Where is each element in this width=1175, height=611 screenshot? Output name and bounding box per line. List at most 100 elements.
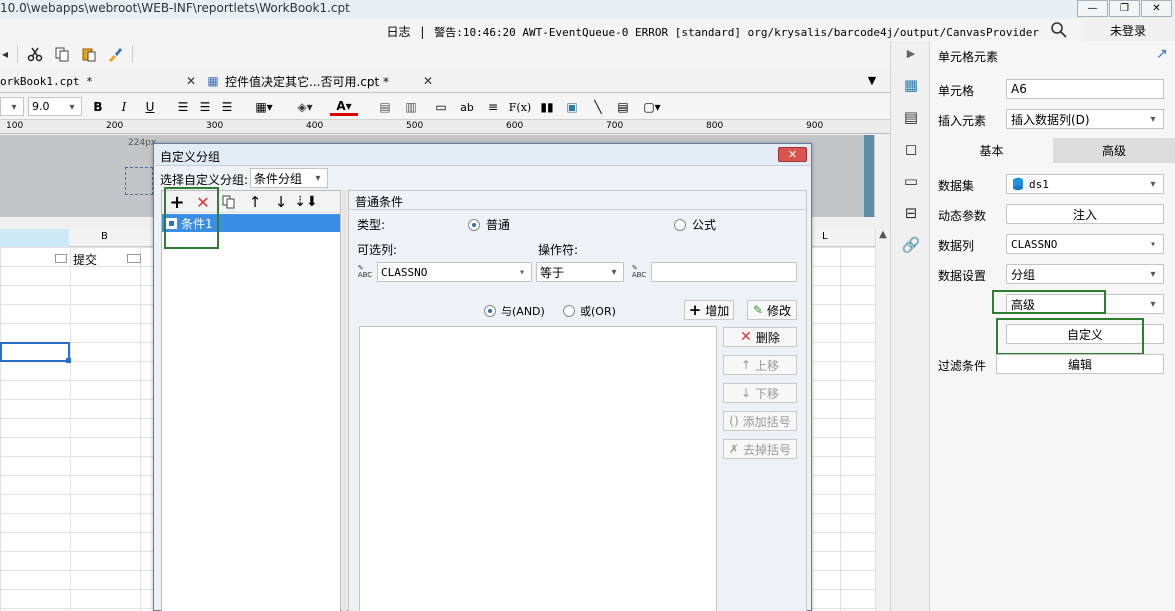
widget-placeholder[interactable] [125, 167, 153, 195]
expand-arrow-icon[interactable]: ↗ [1156, 46, 1168, 62]
formula-icon[interactable]: F(x) [509, 98, 531, 116]
cell-field[interactable]: A6 [1006, 79, 1164, 99]
textbox-icon[interactable]: ▭ [432, 98, 450, 116]
collapse-arrow-icon[interactable]: ▶ [901, 43, 921, 63]
login-link[interactable]: 未登录 [1110, 22, 1146, 39]
cell-element-icon[interactable]: ▦ [901, 75, 921, 95]
fill-handle[interactable] [66, 358, 71, 363]
value-type-icon[interactable]: ✎ ABC [629, 263, 649, 281]
condition-editor-pane: 普通条件 类型: 普通 公式 可选列: 操作符: ✎ ABC CLASSNO ▾ 等… [348, 190, 807, 611]
slash-icon[interactable]: ╲ [589, 98, 607, 116]
tab-advanced[interactable]: 高级 [1053, 138, 1175, 163]
edit-filter-button[interactable]: 编辑 [996, 354, 1164, 374]
hyperlink-icon[interactable]: 🔗 [901, 235, 921, 255]
chart-icon[interactable]: ▮▮ [538, 98, 556, 116]
widget-setting-icon[interactable]: ▭ [901, 171, 921, 191]
bold-icon[interactable]: B [90, 98, 106, 116]
column-header-a[interactable] [0, 229, 69, 247]
group-type-select[interactable]: 条件分组 ▾ [250, 168, 328, 188]
panel-title: 单元格元素 [938, 50, 999, 64]
copy-condition-icon[interactable] [220, 193, 238, 211]
column-header-b[interactable]: B [101, 231, 108, 242]
type-formula-radio[interactable]: 公式 [674, 216, 716, 233]
float-element-icon[interactable]: ◻ [901, 139, 921, 159]
column-header-l[interactable]: L [822, 231, 828, 242]
move-up-button[interactable]: ↑ 上移 [723, 355, 797, 375]
inject-button[interactable]: 注入 [1006, 204, 1164, 224]
parameter-scrollbar[interactable] [864, 135, 874, 217]
sort-icon[interactable]: ⇣⬇ [294, 193, 317, 211]
tab-list-icon[interactable]: ▼ [864, 72, 880, 88]
condition-value-input[interactable] [651, 262, 797, 282]
italic-icon[interactable]: I [116, 98, 132, 116]
align-center-icon[interactable]: ☰ [196, 98, 214, 116]
merge-icon[interactable]: ▤ [376, 98, 394, 116]
and-radio[interactable]: 与(AND) [484, 303, 545, 319]
condition-attribute-icon[interactable]: ⊟ [901, 203, 921, 223]
underline-icon[interactable]: U [142, 98, 158, 116]
edit-icon: ✎ [752, 303, 764, 317]
tab-workbook1[interactable]: orkBook1.cpt * ✕ [0, 70, 200, 92]
insert-element-select[interactable]: 插入数据列(D) ▾ [1006, 109, 1164, 129]
delete-button[interactable]: ✕ 删除 [723, 327, 797, 347]
format-painter-icon[interactable] [106, 45, 124, 63]
tab-close-icon[interactable]: ✕ [186, 74, 196, 88]
align-left-icon[interactable]: ☰ [174, 98, 192, 116]
more-insert-icon[interactable]: ▢▾ [640, 98, 664, 116]
move-up-icon[interactable]: ↑ [246, 193, 264, 211]
dataset-select[interactable]: ds1 ▾ [1006, 174, 1164, 194]
remove-bracket-button[interactable]: ✗ 去掉括号 [723, 439, 797, 459]
add-bracket-button[interactable]: () 添加括号 [723, 411, 797, 431]
tab-basic[interactable]: 基本 [930, 138, 1053, 163]
column-type-icon[interactable]: ✎ ABC [355, 263, 375, 281]
minimize-button[interactable]: — [1077, 0, 1108, 17]
cell-b1-text[interactable]: 提交 [73, 251, 97, 268]
radio-indicator [468, 218, 480, 231]
copy-icon[interactable] [53, 45, 71, 63]
font-family-select[interactable]: ▾ [0, 97, 24, 116]
bracket-icon: () [729, 414, 739, 428]
ruler-tick: 600 [506, 121, 524, 131]
search-icon[interactable] [1050, 21, 1068, 39]
font-color-icon[interactable]: A▾ [330, 98, 358, 116]
dialog-close-button[interactable]: ✕ [778, 147, 807, 162]
tab-close-icon[interactable]: ✕ [423, 74, 433, 88]
paste-icon[interactable] [80, 45, 98, 63]
unmerge-icon[interactable]: ▥ [402, 98, 420, 116]
tab-control-value[interactable]: ▦ 控件值决定其它...否可用.cpt * ✕ [205, 70, 437, 92]
cut-icon[interactable] [26, 45, 44, 63]
pane-splitter[interactable] [342, 190, 347, 611]
move-down-icon[interactable]: ↓ [272, 193, 290, 211]
log-link[interactable]: 日志 [386, 25, 410, 39]
grid-file-icon: ▦ [207, 74, 219, 88]
selected-cell-a6[interactable] [0, 342, 70, 362]
subreport-icon[interactable]: ▤ [614, 98, 632, 116]
text-icon[interactable]: ab [458, 98, 476, 116]
restore-button[interactable]: ❐ [1109, 0, 1140, 17]
border-icon[interactable]: ▦▾ [250, 98, 278, 116]
ruler-tick: 500 [406, 121, 424, 131]
condition-list[interactable] [359, 326, 717, 611]
font-size-value: 9.0 [32, 100, 50, 113]
tab-label: 控件值决定其它...否可用.cpt * [225, 74, 389, 89]
cell-attribute-icon[interactable]: ▤ [901, 107, 921, 127]
data-column-select[interactable]: CLASSNO ▾ [1006, 234, 1164, 254]
cell-widget-icon [55, 254, 67, 263]
add-button[interactable]: + 增加 [684, 300, 734, 320]
window-close-button[interactable]: ✕ [1141, 0, 1172, 17]
column-select[interactable]: CLASSNO ▾ [377, 262, 532, 282]
move-down-button[interactable]: ↓ 下移 [723, 383, 797, 403]
fill-color-icon[interactable]: ◈▾ [290, 98, 320, 116]
font-size-select[interactable]: 9.0 ▾ [28, 97, 82, 116]
align-right-icon[interactable]: ☰ [218, 98, 236, 116]
operator-select[interactable]: 等于 ▾ [536, 262, 624, 282]
modify-button[interactable]: ✎ 修改 [747, 300, 797, 320]
data-setting-select[interactable]: 分组 ▾ [1006, 264, 1164, 284]
or-radio[interactable]: 或(OR) [563, 303, 616, 319]
column-value: CLASSNO [381, 265, 428, 279]
image-icon[interactable]: ▣ [563, 98, 581, 116]
arrow-left-icon[interactable]: ◂ [0, 46, 10, 62]
type-normal-radio[interactable]: 普通 [468, 216, 510, 233]
sheet-vertical-scrollbar[interactable]: ▲ [875, 229, 890, 611]
richtext-icon[interactable]: ≡ [484, 98, 502, 116]
